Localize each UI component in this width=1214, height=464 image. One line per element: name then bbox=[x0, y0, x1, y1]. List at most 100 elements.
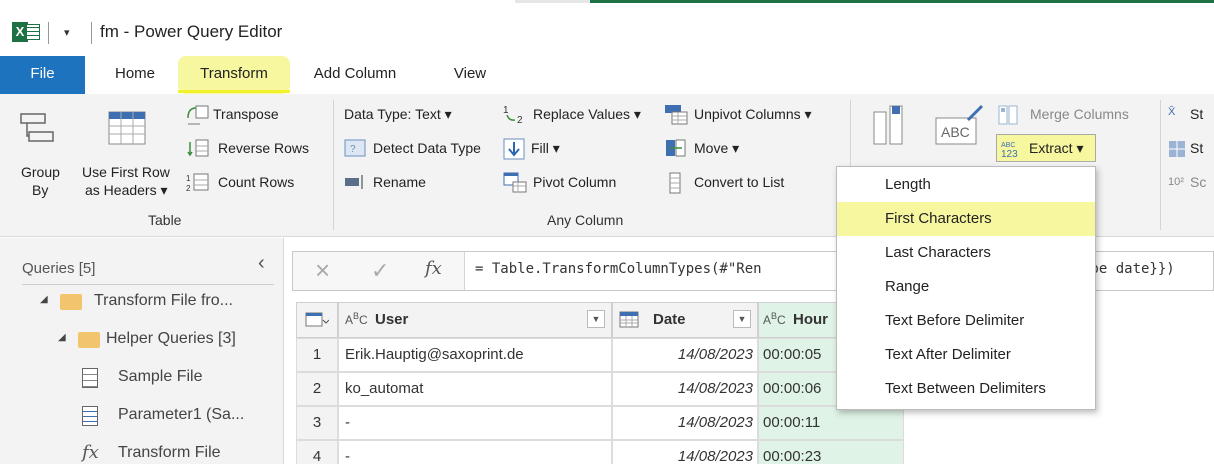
queries-header[interactable]: Queries [5] bbox=[22, 260, 95, 277]
separator bbox=[48, 22, 49, 44]
use-first-row-as-headers-button[interactable]: Use First Row as Headers ▾ bbox=[78, 108, 176, 208]
reverse-rows-button[interactable]: Reverse Rows bbox=[186, 138, 326, 162]
ribbon-tabs: File Home Transform Add Column View bbox=[0, 56, 1214, 94]
transpose-icon bbox=[187, 105, 209, 125]
menu-item-range[interactable]: Range bbox=[837, 270, 1095, 304]
check-icon[interactable]: ✓ bbox=[371, 258, 389, 284]
row-number[interactable]: 2 bbox=[296, 372, 338, 406]
table-select-corner[interactable] bbox=[296, 302, 338, 338]
excel-icon[interactable]: X bbox=[12, 22, 42, 42]
transpose-button[interactable]: Transpose bbox=[186, 104, 306, 128]
query-folder-helper-queries[interactable]: ◢ Helper Queries [3] bbox=[58, 328, 280, 354]
function-icon: fx bbox=[82, 442, 99, 463]
tab-home[interactable]: Home bbox=[105, 56, 165, 94]
svg-text:123: 123 bbox=[1001, 149, 1018, 160]
detect-data-type-button[interactable]: ? Detect Data Type bbox=[344, 138, 500, 162]
cell-user[interactable]: Erik.Hauptig@saxoprint.de bbox=[338, 338, 612, 372]
fill-label: Fill ▾ bbox=[531, 140, 560, 156]
menu-item-text-after-delimiter[interactable]: Text After Delimiter bbox=[837, 338, 1095, 372]
tab-transform[interactable]: Transform bbox=[178, 56, 290, 94]
use-first-row-label-2: as Headers ▾ bbox=[85, 182, 168, 198]
xo-sigma-icon: X̄ bbox=[1168, 106, 1176, 118]
reverse-rows-icon bbox=[187, 139, 209, 157]
row-number[interactable]: 3 bbox=[296, 406, 338, 440]
group-by-label-2: By bbox=[32, 182, 49, 198]
row-number[interactable]: 4 bbox=[296, 440, 338, 464]
quick-access-dropdown[interactable]: ▾ bbox=[64, 26, 70, 39]
query-item-parameter1[interactable]: Parameter1 (Sa... bbox=[82, 404, 280, 430]
tab-add-column[interactable]: Add Column bbox=[307, 56, 403, 94]
cell-date[interactable]: 14/08/2023 bbox=[612, 440, 758, 464]
query-item-sample-file[interactable]: Sample File bbox=[82, 366, 280, 392]
formula-text[interactable]: = Table.TransformColumnTypes(#"Ren bbox=[475, 261, 762, 277]
statistics-label: St bbox=[1190, 106, 1204, 122]
replace-values-button[interactable]: 1 2 Replace Values ▾ bbox=[503, 104, 653, 128]
fx-icon[interactable]: fx bbox=[425, 258, 442, 279]
move-button[interactable]: Move ▾ bbox=[664, 138, 764, 162]
date-type-icon bbox=[619, 311, 639, 328]
query-item-transform-file[interactable]: fx Transform File bbox=[82, 442, 280, 464]
standard-button[interactable]: St bbox=[1168, 138, 1214, 162]
rename-button[interactable]: Rename bbox=[344, 172, 444, 196]
svg-text:2: 2 bbox=[517, 115, 523, 126]
cancel-icon[interactable]: × bbox=[315, 255, 330, 286]
tab-file[interactable]: File bbox=[0, 56, 85, 94]
column-header-date[interactable]: Date ▼ bbox=[612, 302, 758, 338]
cell-date[interactable]: 14/08/2023 bbox=[612, 406, 758, 440]
column-header-user[interactable]: ABC User ▼ bbox=[338, 302, 612, 338]
cell-date[interactable]: 14/08/2023 bbox=[612, 372, 758, 406]
menu-item-last-characters[interactable]: Last Characters bbox=[837, 236, 1095, 270]
tab-view[interactable]: View bbox=[440, 56, 500, 94]
folder-icon bbox=[60, 294, 82, 310]
merge-columns-label: Merge Columns bbox=[1030, 106, 1129, 122]
group-by-button[interactable]: Group By bbox=[8, 108, 66, 208]
filter-dropdown-icon[interactable]: ▼ bbox=[733, 310, 751, 328]
title-bar-accent-gray bbox=[515, 0, 590, 3]
separator bbox=[91, 22, 92, 44]
cell-hour[interactable]: 00:00:06 bbox=[758, 372, 838, 406]
ribbon-separator bbox=[1160, 100, 1161, 230]
extract-button[interactable]: ABC 123 Extract ▾ bbox=[996, 134, 1096, 162]
fill-button[interactable]: Fill ▾ bbox=[503, 138, 583, 162]
query-folder-transform-file[interactable]: ◢ Transform File fro... bbox=[40, 290, 280, 316]
data-type-dropdown[interactable]: Data Type: Text ▾ bbox=[344, 104, 474, 128]
convert-to-list-button[interactable]: Convert to List bbox=[664, 172, 814, 196]
row-number[interactable]: 1 bbox=[296, 338, 338, 372]
unpivot-columns-label: Unpivot Columns ▾ bbox=[694, 106, 812, 122]
cell-user[interactable]: - bbox=[338, 440, 612, 464]
unpivot-columns-icon bbox=[665, 105, 688, 125]
scientific-button[interactable]: 10² Sc bbox=[1168, 172, 1214, 196]
query-item-label: Sample File bbox=[118, 368, 203, 385]
detect-data-type-icon: ? bbox=[344, 139, 366, 157]
menu-item-length[interactable]: Length bbox=[837, 168, 1095, 202]
statistics-button[interactable]: X̄ St bbox=[1168, 104, 1214, 128]
split-column-icon bbox=[873, 105, 903, 145]
menu-item-first-characters[interactable]: First Characters bbox=[837, 202, 1095, 236]
standard-icon bbox=[1169, 141, 1185, 157]
split-column-button[interactable] bbox=[860, 104, 920, 174]
tab-active-underline bbox=[178, 90, 290, 93]
cell-hour[interactable]: 00:00:23 bbox=[758, 440, 904, 464]
merge-columns-button[interactable]: Merge Columns bbox=[996, 104, 1156, 128]
table-icon bbox=[305, 312, 329, 327]
cell-hour[interactable]: 00:00:11 bbox=[758, 406, 904, 440]
document-icon bbox=[82, 368, 98, 388]
filter-dropdown-icon[interactable]: ▼ bbox=[587, 310, 605, 328]
svg-text:ABC: ABC bbox=[1001, 142, 1015, 149]
text-type-icon: ABC bbox=[345, 311, 368, 327]
cell-date[interactable]: 14/08/2023 bbox=[612, 338, 758, 372]
menu-item-text-between-delimiters[interactable]: Text Between Delimiters bbox=[837, 372, 1095, 406]
cell-user[interactable]: ko_automat bbox=[338, 372, 612, 406]
scientific-label: Sc bbox=[1190, 174, 1207, 190]
unpivot-columns-button[interactable]: Unpivot Columns ▾ bbox=[664, 104, 844, 128]
cell-hour[interactable]: 00:00:05 bbox=[758, 338, 838, 372]
menu-item-text-before-delimiter[interactable]: Text Before Delimiter bbox=[837, 304, 1095, 338]
count-rows-button[interactable]: 1 2 Count Rows bbox=[186, 172, 306, 196]
pivot-column-label: Pivot Column bbox=[533, 174, 617, 190]
format-button[interactable]: ABC bbox=[926, 104, 992, 174]
column-header-hour[interactable]: ABC Hour bbox=[758, 302, 838, 338]
pivot-column-button[interactable]: Pivot Column bbox=[503, 172, 643, 196]
collapse-panel-icon[interactable]: ‹ bbox=[258, 252, 265, 275]
group-label-table: Table bbox=[148, 212, 182, 228]
cell-user[interactable]: - bbox=[338, 406, 612, 440]
